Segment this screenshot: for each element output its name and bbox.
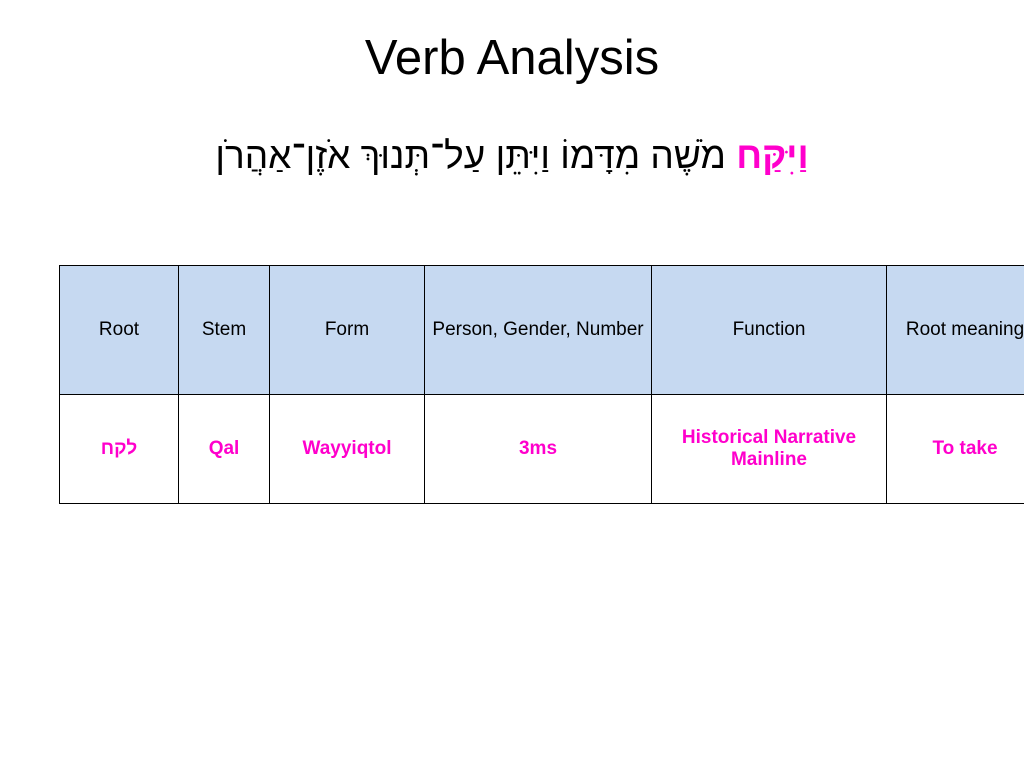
header-form: Form: [269, 265, 425, 395]
slide: Verb Analysis וַיִּקַּח מֹשֶׁה מִדָּמוֹ …: [0, 0, 1024, 768]
header-function: Function: [651, 265, 887, 395]
header-person-gender-number: Person, Gender, Number: [424, 265, 652, 395]
highlighted-verb: וַיִּקַּח: [736, 135, 809, 176]
cell-stem: Qal: [178, 394, 270, 504]
header-stem: Stem: [178, 265, 270, 395]
header-root-meaning: Root meaning: [886, 265, 1024, 395]
verse-remainder: מֹשֶׁה מִדָּמוֹ וַיִּתֵּן עַל־תְּנוּךְ א…: [215, 135, 737, 176]
cell-form: Wayyiqtol: [269, 394, 425, 504]
cell-root-meaning: To take: [886, 394, 1024, 504]
hebrew-verse: וַיִּקַּח מֹשֶׁה מִדָּמוֹ וַיִּתֵּן עַל־…: [0, 132, 1024, 180]
header-root: Root: [59, 265, 179, 395]
page-title: Verb Analysis: [364, 31, 660, 85]
table-header-row: Root Stem Form Person, Gender, Number Fu…: [59, 265, 1024, 395]
table-row: לקח Qal Wayyiqtol 3ms Historical Narrati…: [59, 394, 1024, 504]
cell-root: לקח: [59, 394, 179, 504]
cell-person-gender-number: 3ms: [424, 394, 652, 504]
verb-analysis-table: Root Stem Form Person, Gender, Number Fu…: [59, 265, 1024, 504]
cell-function: Historical Narrative Mainline: [651, 394, 887, 504]
